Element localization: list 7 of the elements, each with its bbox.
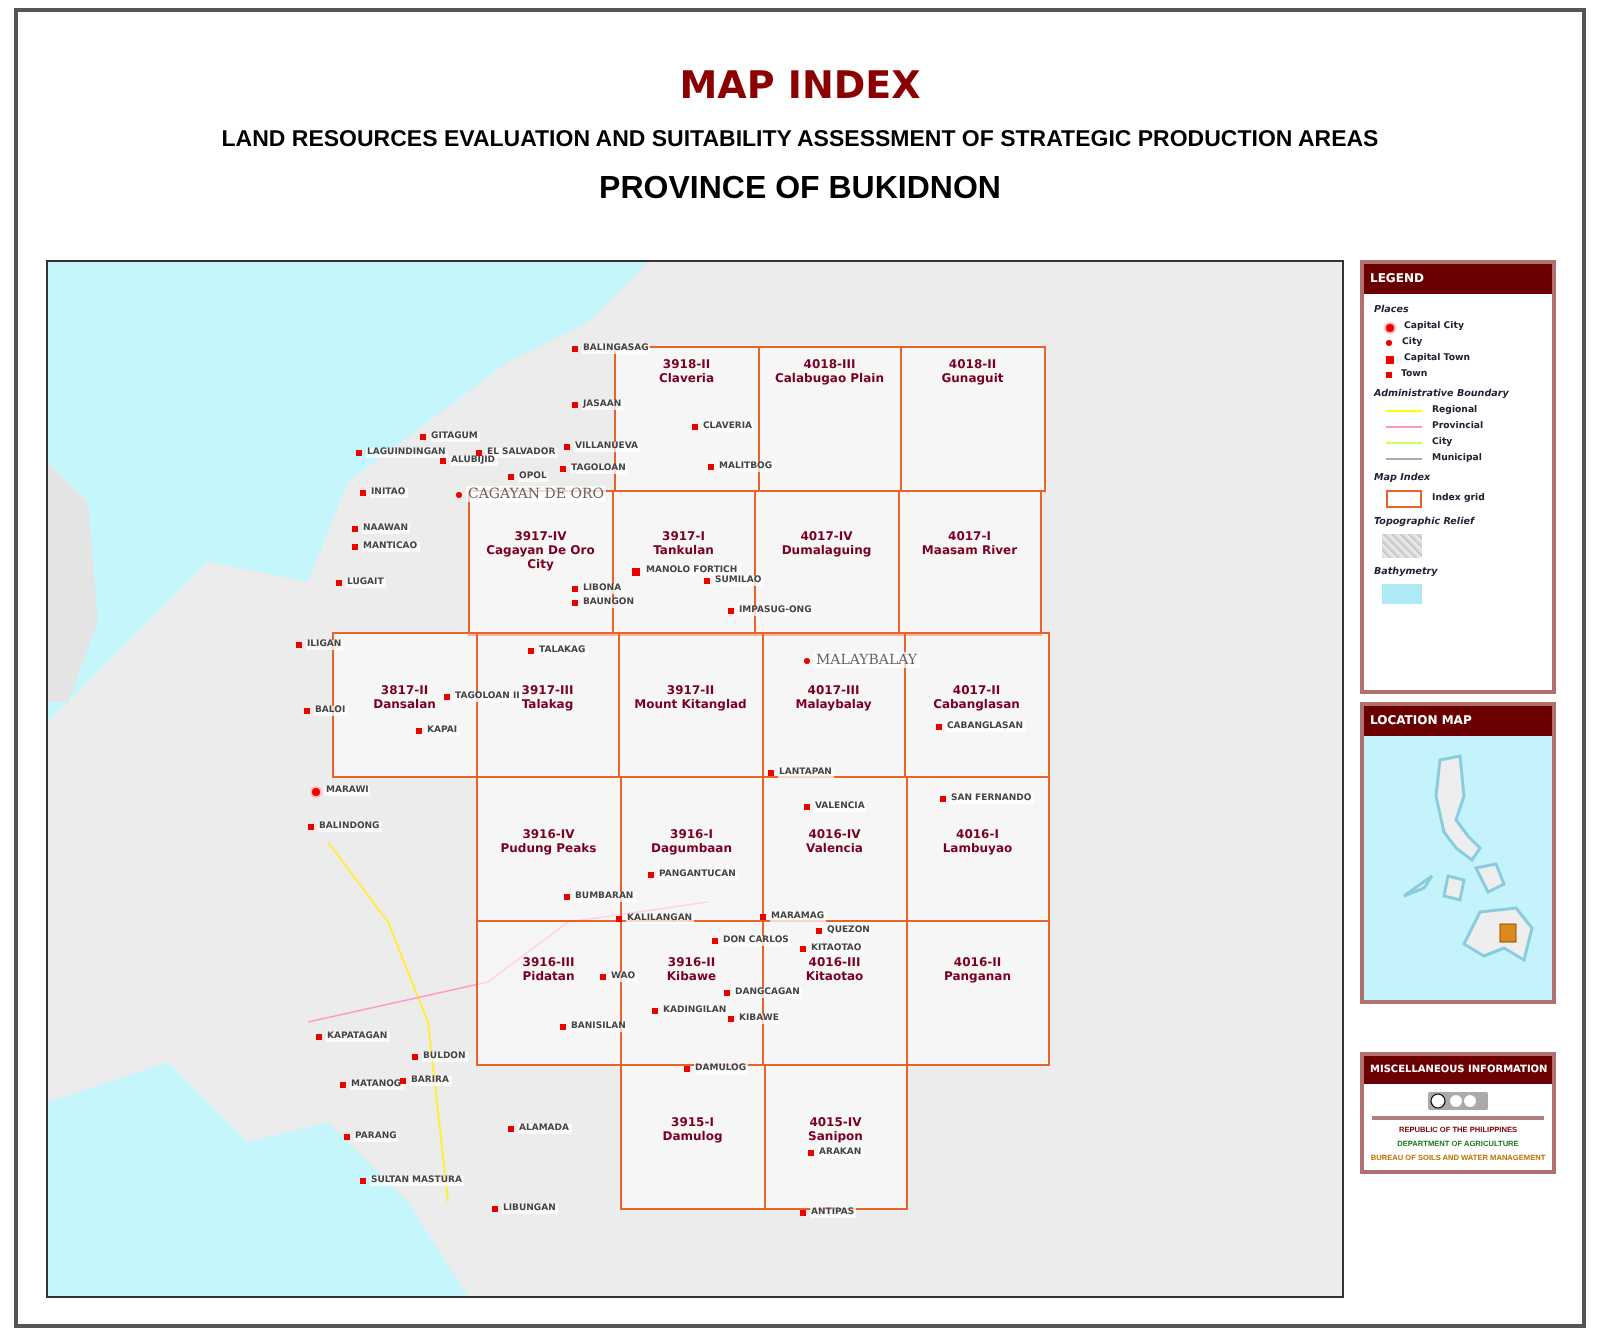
bathymetry-swatch (1382, 584, 1422, 604)
map-title: MAP INDEX (679, 64, 921, 108)
relief-swatch (1382, 534, 1422, 558)
license-badge-icon (1428, 1092, 1488, 1110)
province-title: PROVINCE OF BUKIDNON (599, 172, 1001, 208)
map-subtitle: LAND RESOURCES EVALUATION AND SUITABILITY ASSESSMENT OF STRATEGIC PRODUCTION AREAS (221, 128, 1379, 152)
index-grid-swatch (1386, 490, 1422, 508)
